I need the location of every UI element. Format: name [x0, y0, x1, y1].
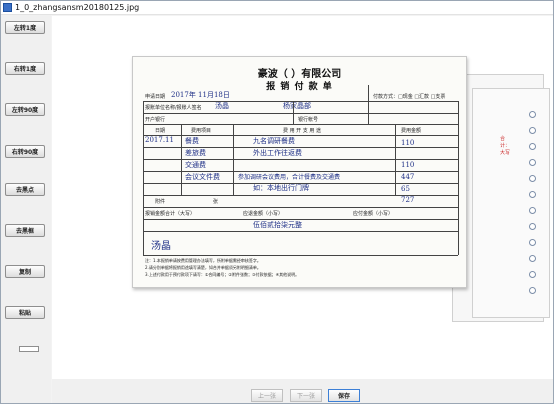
- col-divider: [233, 124, 234, 195]
- window-title: 1_0_zhangsansm20180125.jpg: [15, 3, 140, 12]
- col-divider: [181, 124, 182, 195]
- row-line: [143, 124, 458, 125]
- row1-date: 2017.11: [145, 136, 174, 144]
- total-amount: 727: [401, 196, 415, 204]
- remove-black-dots-button[interactable]: 去黑点: [5, 183, 45, 196]
- app-window: 1_0_zhangsansm20180125.jpg 左转1度 右转1度 左转9…: [0, 0, 554, 404]
- col-amount: 费用金额: [401, 128, 422, 134]
- row-line: [143, 207, 458, 208]
- dept-label: 报账单位名称/报账人签名: [145, 105, 202, 111]
- remove-black-border-button[interactable]: 去黑框: [5, 224, 45, 237]
- account-label: 银行帐号: [298, 117, 319, 123]
- row2-desc: 外出工作往返费: [253, 149, 302, 157]
- binder-ring-icon: [529, 255, 536, 262]
- binder-ring-icon: [529, 159, 536, 166]
- copy-button[interactable]: 复制: [5, 265, 45, 278]
- date-handwritten: 2017年 11月18日: [171, 91, 230, 99]
- col-divider: [368, 85, 369, 124]
- binder-ring-icon: [529, 175, 536, 182]
- repay-label: 应付金额（小写）: [353, 211, 394, 217]
- row1-item: 餐费: [185, 137, 199, 145]
- rotate-right-90-button[interactable]: 右转90度: [5, 145, 45, 158]
- note-1: 注：1.本报销单请按费用管理办法填写，所附单据需经审核签字。: [145, 258, 261, 263]
- col-divider: [395, 124, 396, 195]
- pay-method-label: 付款方式：□现金 □汇款 □支票: [373, 94, 446, 100]
- row4-desc: 参加调研会议费用，合计餐费及交通费: [238, 174, 341, 181]
- col-desc: 费 用 开 支 用 途: [283, 128, 321, 134]
- binder-ring-icon: [529, 207, 536, 214]
- binder-ring-icon: [529, 271, 536, 278]
- bank-label: 开户银行: [145, 117, 166, 123]
- row1-amount: 110: [401, 139, 415, 147]
- rotate-left-1-button[interactable]: 左转1度: [5, 21, 45, 34]
- reimbursement-form-paper: 豪波（ ）有限公司 报 销 付 款 单 申请日期 2017年 11月18日 付款…: [132, 56, 467, 288]
- red-stamp-strip: 合计：大写: [500, 136, 511, 156]
- image-file-icon: [3, 3, 12, 12]
- refund-label: 应退金额（小写）: [243, 211, 284, 217]
- dept2-handwritten: 杨家晶部: [283, 102, 311, 110]
- tool-sidebar: 左转1度 右转1度 左转90度 右转90度 去黑点 去黑框 复制 粘贴: [1, 15, 51, 403]
- next-image-button[interactable]: 下一张: [290, 389, 322, 402]
- row4-amount: 447: [401, 173, 415, 181]
- sum-label: 报销金额合计（大写）: [145, 211, 196, 217]
- row-line: [143, 231, 458, 232]
- rotate-right-1-button[interactable]: 右转1度: [5, 62, 45, 75]
- binder-ring-icon: [529, 223, 536, 230]
- row3-item: 交通费: [185, 161, 206, 169]
- small-indicator-bar[interactable]: [19, 346, 39, 352]
- company-name: 豪波（ ）有限公司: [257, 69, 342, 80]
- row5-desc: 如：本地出行门牌: [253, 184, 309, 192]
- binder-ring-icon: [529, 127, 536, 134]
- row2-item: 差旅费: [185, 149, 206, 157]
- row4-item: 会议文件费: [185, 173, 220, 181]
- table-border-left: [143, 101, 144, 255]
- binder-ring-icon: [529, 143, 536, 150]
- bottom-toolbar: 上一张 下一张 保存: [52, 379, 553, 403]
- title-bar: 1_0_zhangsansm20180125.jpg: [1, 1, 553, 15]
- row1-desc: 九名调研餐费: [253, 137, 295, 145]
- binder-ring-icon: [529, 239, 536, 246]
- signature: 汤晶: [151, 241, 171, 252]
- attach-unit: 张: [213, 199, 219, 205]
- col-date: 日期: [155, 128, 166, 134]
- date-label: 申请日期: [145, 94, 166, 100]
- attach-label: 附件: [155, 199, 166, 205]
- col-item: 费用项目: [191, 128, 212, 134]
- note-3: 3.上述付款用于预付款项下请写：①合同编号；②附件张数；③付款依据；④其他说明。: [145, 272, 300, 277]
- rotate-left-90-button[interactable]: 左转90度: [5, 103, 45, 116]
- binder-ring-icon: [529, 287, 536, 294]
- binder-ring-icon: [529, 191, 536, 198]
- dept-handwritten: 汤晶: [215, 102, 229, 110]
- row-line: [143, 113, 458, 114]
- row3-amount: 110: [401, 161, 415, 169]
- image-viewer[interactable]: 合计：大写 豪波（ ）有限公司 报 销 付 款 单 申请日期 2017年 11月…: [52, 16, 553, 379]
- paste-button[interactable]: 粘贴: [5, 306, 45, 319]
- binder-ring-icon: [529, 111, 536, 118]
- table-border-bottom: [143, 255, 458, 256]
- row5-amount: 65: [401, 185, 410, 193]
- save-button[interactable]: 保存: [328, 389, 360, 402]
- previous-image-button[interactable]: 上一张: [251, 389, 283, 402]
- col-divider: [293, 101, 294, 124]
- note-2: 2.请分别单据将报销用途填写清楚，如合并单据须另附明细清单。: [145, 265, 261, 270]
- binder-rings: [523, 111, 543, 311]
- table-border-right: [458, 101, 459, 255]
- amount-in-words: 伍佰贰拾柒元整: [253, 221, 302, 229]
